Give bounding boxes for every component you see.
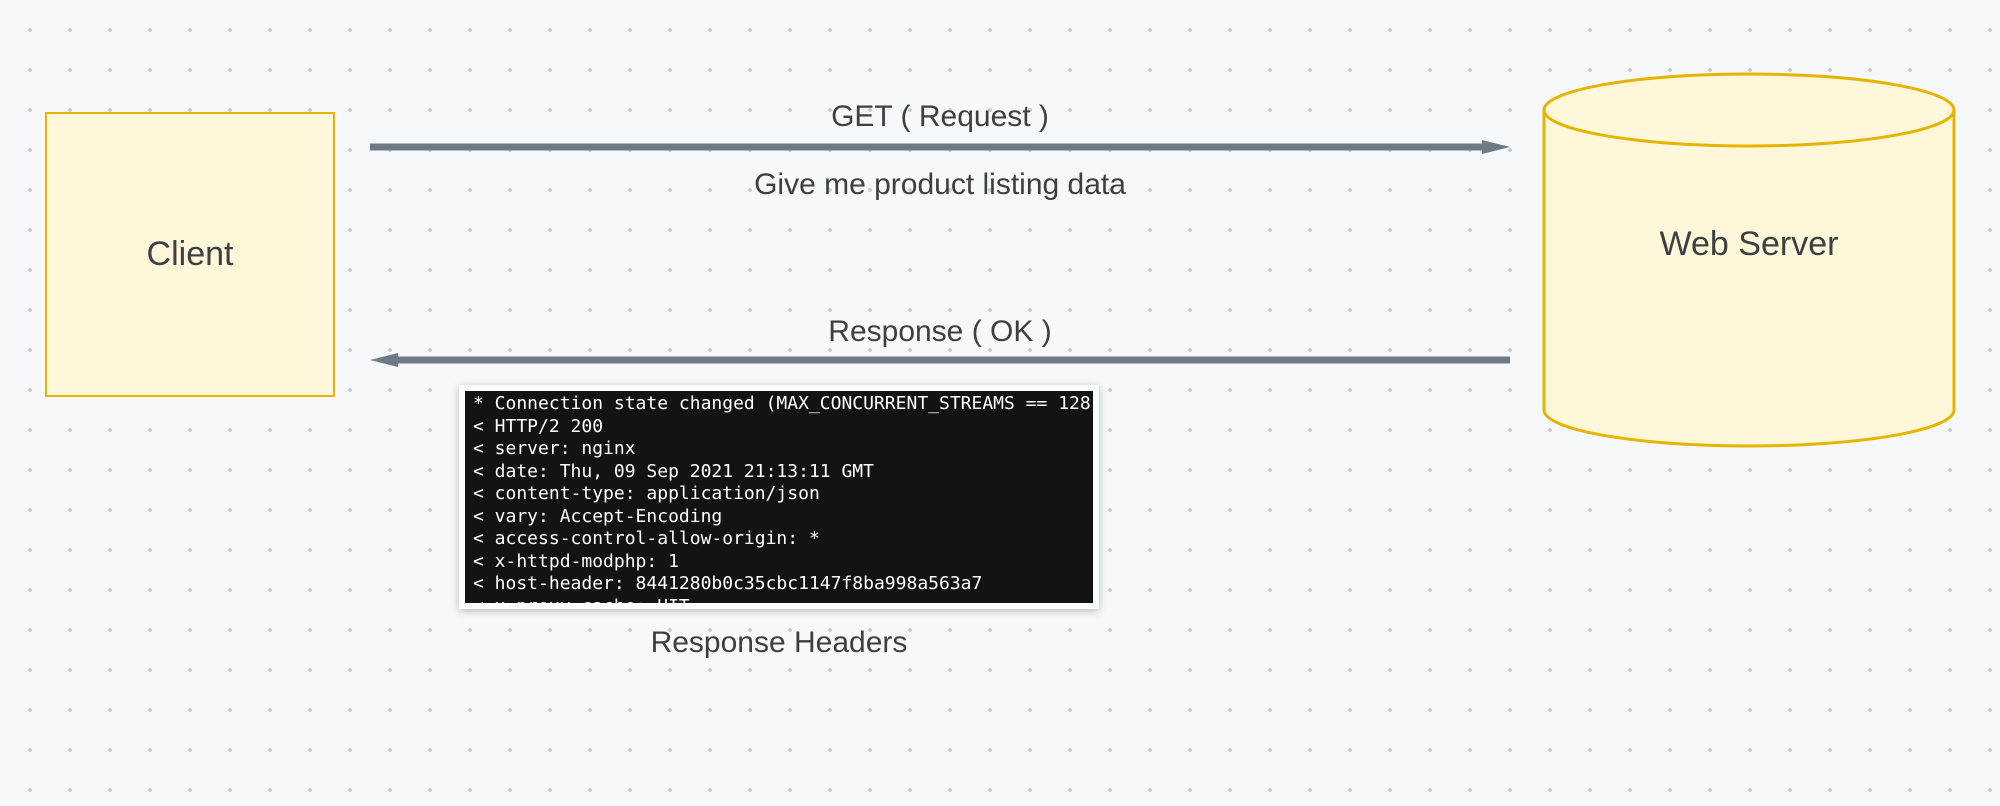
client-label: Client: [147, 235, 234, 274]
response-headers-caption: Response Headers: [459, 626, 1099, 660]
arrow-left-icon: [370, 353, 1510, 367]
response-status-label: Response ( OK ): [370, 315, 1510, 349]
arrow-right-icon: [370, 140, 1510, 154]
request-arrow: [370, 140, 1510, 159]
request-method-label: GET ( Request ): [370, 100, 1510, 134]
server-label: Web Server: [1540, 225, 1958, 264]
request-description-label: Give me product listing data: [370, 168, 1510, 202]
response-headers-terminal: * Connection state changed (MAX_CONCURRE…: [459, 385, 1099, 609]
client-node: Client: [45, 112, 335, 397]
response-arrow: [370, 353, 1510, 372]
